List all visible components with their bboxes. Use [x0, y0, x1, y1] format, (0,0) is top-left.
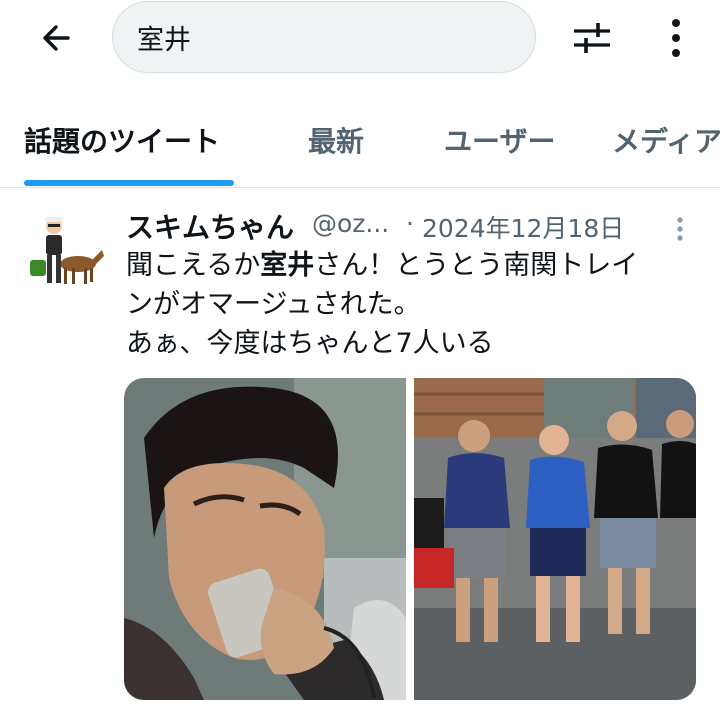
filter-button[interactable]: [566, 14, 618, 62]
tweet-text-line: 聞こえるか室井さん！とうとう南関トレイ: [126, 250, 639, 281]
tweet-card[interactable]: スキムちゃん @oz... · 2024年12月18日 聞こえるか室井さん！とう…: [0, 190, 720, 716]
avatar-illustration: [30, 217, 104, 284]
tweet-header: スキムちゃん @oz... · 2024年12月18日: [126, 206, 706, 246]
arrow-left-icon: [43, 25, 70, 51]
tweet-media-image-1[interactable]: [124, 378, 406, 700]
search-highlight: 室井: [260, 250, 315, 281]
search-query: 室井: [137, 24, 191, 56]
tweet-text-line: あぁ、今度はちゃんと7人いる: [126, 328, 494, 359]
tweet-text: 聞こえるか室井さん！とうとう南関トレイ ンがオマージュされた。 あぁ、今度はちゃ…: [126, 246, 706, 363]
author-name[interactable]: スキムちゃん: [126, 206, 294, 246]
back-button[interactable]: [32, 14, 80, 62]
meta-separator: ·: [406, 209, 414, 238]
tweet-more-button[interactable]: [670, 214, 690, 244]
tab-latest[interactable]: 最新: [308, 120, 364, 160]
avatar[interactable]: [26, 210, 104, 288]
tweet-media-grid: [124, 378, 696, 700]
tweet-text-line: ンがオマージュされた。: [126, 289, 421, 320]
photo-group-of-men: [414, 378, 696, 700]
search-tabs: 話題のツイート 最新 ユーザー メディア: [0, 108, 720, 188]
photo-man-with-radio: [124, 378, 406, 700]
filter-sliders-icon: [574, 23, 610, 53]
active-tab-indicator: [24, 180, 234, 186]
tweet-date[interactable]: 2024年12月18日: [422, 209, 624, 245]
more-vertical-icon: [672, 19, 680, 57]
tab-top-tweets[interactable]: 話題のツイート: [24, 120, 220, 160]
top-bar: 室井: [0, 0, 720, 80]
more-options-button[interactable]: [656, 14, 696, 62]
tab-users[interactable]: ユーザー: [444, 120, 555, 160]
tweet-media-image-2[interactable]: [414, 378, 696, 700]
search-input[interactable]: 室井: [112, 1, 536, 73]
author-handle[interactable]: @oz...: [312, 209, 389, 238]
tab-media[interactable]: メディア: [612, 120, 720, 160]
more-vertical-icon: [677, 217, 683, 241]
